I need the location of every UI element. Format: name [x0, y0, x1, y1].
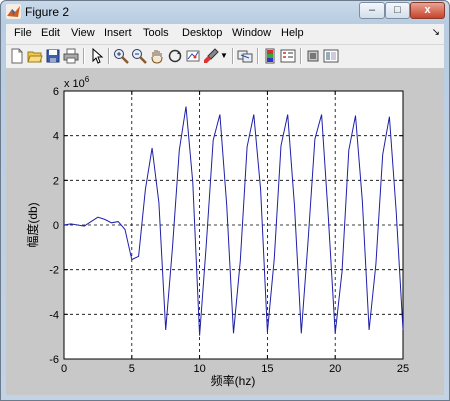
- rotate-3d-icon[interactable]: [167, 48, 183, 64]
- toolbar-separator: [232, 48, 234, 64]
- menu-bar: File Edit View Insert Tools Desktop Wind…: [6, 24, 444, 44]
- menu-edit[interactable]: Edit: [41, 27, 60, 39]
- show-plot-tools-icon[interactable]: [323, 48, 339, 64]
- zoom-in-icon[interactable]: [113, 48, 129, 64]
- hide-plot-tools-icon[interactable]: [305, 48, 321, 64]
- figure-window: Figure 2 – □ x File Edit View Insert Too…: [0, 0, 450, 401]
- toolbar-separator: [300, 48, 302, 64]
- window-title: Figure 2: [25, 5, 70, 19]
- menu-tools[interactable]: Tools: [143, 27, 169, 39]
- insert-legend-icon[interactable]: [280, 48, 296, 64]
- y-tick-label: -6: [49, 354, 59, 366]
- link-plot-icon[interactable]: [237, 48, 253, 64]
- menu-desktop[interactable]: Desktop: [182, 27, 222, 39]
- menu-insert[interactable]: Insert: [104, 27, 132, 39]
- close-button[interactable]: x: [410, 2, 445, 19]
- y-tick-label: -4: [49, 309, 59, 321]
- x-tick-label: 0: [61, 363, 67, 375]
- x-tick-label: 5: [129, 363, 135, 375]
- toolbar-separator: [108, 48, 110, 64]
- save-icon[interactable]: [45, 48, 61, 64]
- y-exponent-label: x 106: [64, 75, 90, 90]
- menu-window[interactable]: Window: [232, 27, 271, 39]
- toolbar-separator: [83, 48, 85, 64]
- zoom-out-icon[interactable]: [131, 48, 147, 64]
- insert-colorbar-icon[interactable]: [262, 48, 278, 64]
- toolbar: ▼: [6, 44, 444, 69]
- y-axis-label: 幅度(db): [25, 202, 40, 247]
- y-tick-label: 6: [53, 86, 59, 98]
- x-tick-label: 20: [329, 363, 341, 375]
- y-tick-label: -2: [49, 265, 59, 277]
- menu-file[interactable]: File: [14, 27, 32, 39]
- figure-canvas: 0 5 10 15 20 25 -6 -4 -2 0 2 4 6 x 106 频率(hz) 幅度(db): [6, 68, 444, 395]
- minimize-button[interactable]: –: [359, 2, 385, 19]
- brush-icon[interactable]: [203, 48, 219, 64]
- title-bar[interactable]: Figure 2 – □ x: [1, 1, 449, 23]
- open-file-icon[interactable]: [27, 48, 43, 64]
- new-figure-icon[interactable]: [9, 48, 25, 64]
- x-tick-label: 10: [193, 363, 205, 375]
- menu-view[interactable]: View: [71, 27, 95, 39]
- dock-arrow-icon[interactable]: ↘: [432, 27, 440, 38]
- x-axis-label: 频率(hz): [211, 373, 256, 388]
- x-tick-label: 25: [397, 363, 409, 375]
- data-cursor-icon[interactable]: [185, 48, 201, 64]
- plot-area[interactable]: 0 5 10 15 20 25 -6 -4 -2 0 2 4 6 x 106 频率(hz) 幅度(db): [6, 68, 444, 395]
- brush-dropdown-icon[interactable]: ▼: [220, 51, 228, 60]
- y-tick-label: 2: [53, 175, 59, 187]
- edit-plot-icon[interactable]: [89, 48, 105, 64]
- toolbar-separator: [257, 48, 259, 64]
- matlab-icon: [6, 4, 21, 19]
- menu-help[interactable]: Help: [281, 27, 304, 39]
- print-icon[interactable]: [63, 48, 79, 64]
- maximize-button[interactable]: □: [385, 2, 410, 19]
- y-tick-label: 4: [53, 131, 59, 143]
- x-tick-label: 15: [261, 363, 273, 375]
- pan-hand-icon[interactable]: [149, 48, 165, 64]
- y-tick-label: 0: [53, 220, 59, 232]
